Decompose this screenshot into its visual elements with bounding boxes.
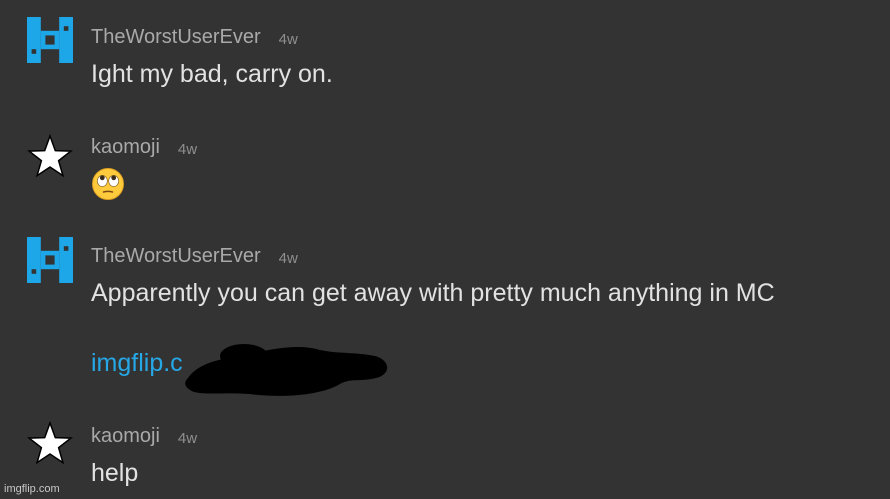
- timestamp: 4w: [177, 430, 198, 447]
- comment-text: Ight my bad, carry on.: [91, 60, 333, 88]
- username-text[interactable]: TheWorstUserEver: [91, 26, 261, 48]
- pixel-logo-icon[interactable]: [27, 237, 73, 283]
- timestamp: 4w: [278, 31, 298, 48]
- username[interactable]: TheWorstUserEver 4w: [91, 25, 298, 51]
- username[interactable]: kaomoji 4w: [91, 424, 197, 450]
- timestamp: 4w: [177, 141, 198, 158]
- comment-text: Apparently you can get away with pretty …: [91, 279, 775, 307]
- star-icon[interactable]: [27, 420, 73, 466]
- username-text[interactable]: kaomoji: [91, 136, 160, 158]
- comment-link[interactable]: imgflip.c: [91, 348, 183, 378]
- pixel-logo-icon[interactable]: [27, 17, 73, 63]
- username-text[interactable]: kaomoji: [91, 425, 160, 447]
- comment-text: help: [91, 459, 139, 487]
- timestamp: 4w: [278, 250, 298, 267]
- username[interactable]: TheWorstUserEver 4w: [91, 244, 298, 270]
- username-text[interactable]: TheWorstUserEver: [91, 245, 261, 267]
- redaction-scribble: [185, 344, 388, 396]
- star-icon[interactable]: [27, 133, 73, 179]
- watermark: imgflip.com: [4, 483, 60, 495]
- face-with-rolling-eyes-icon: [92, 168, 124, 200]
- username[interactable]: kaomoji 4w: [91, 135, 197, 161]
